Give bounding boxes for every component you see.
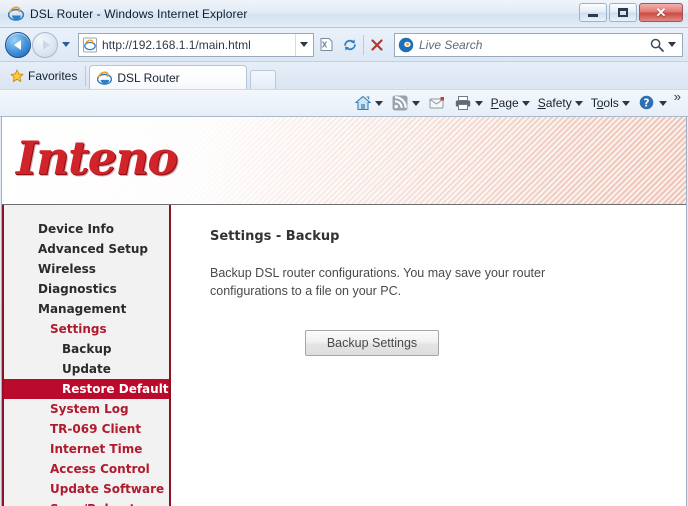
printer-icon	[454, 94, 472, 112]
sidebar-item-restore-default[interactable]: Restore Default	[4, 379, 169, 399]
search-input[interactable]: Live Search	[419, 38, 649, 52]
favorites-label: Favorites	[28, 69, 78, 83]
sidebar-item-tr-069-client[interactable]: TR-069 Client	[4, 419, 169, 439]
browser-window: DSL Router - Windows Internet Explorer ✕…	[0, 0, 688, 506]
svg-text:?: ?	[643, 97, 649, 109]
sidebar-item-wireless[interactable]: Wireless	[4, 259, 169, 279]
sidebar-item-diagnostics[interactable]: Diagnostics	[4, 279, 169, 299]
ie-icon	[7, 5, 25, 22]
minimize-button[interactable]	[579, 3, 607, 22]
backup-settings-button[interactable]: Backup Settings	[305, 330, 439, 356]
page-menu-label: Page	[490, 96, 519, 110]
page-menu[interactable]: Page	[487, 92, 534, 114]
search-provider-dropdown[interactable]	[665, 42, 679, 47]
sidebar-item-access-control[interactable]: Access Control	[4, 459, 169, 479]
chevron-down-icon	[299, 42, 308, 47]
sidebar-item-management[interactable]: Management	[4, 299, 169, 319]
chevron-down-icon	[668, 42, 676, 47]
sidebar-item-save-reboot[interactable]: Save/Reboot	[4, 499, 169, 506]
safety-menu-label: Safety	[537, 96, 572, 110]
sidebar-item-system-log[interactable]: System Log	[4, 399, 169, 419]
command-bar: Page Safety Tools ? »	[0, 89, 688, 117]
maximize-button[interactable]	[609, 3, 637, 22]
help-button[interactable]: ?	[634, 92, 671, 114]
tabbar-separator	[85, 66, 87, 86]
site-banner: Inteno	[2, 117, 686, 205]
arrow-left-icon	[13, 39, 21, 50]
sidebar-item-update[interactable]: Update	[4, 359, 169, 379]
recent-pages-button[interactable]	[58, 32, 74, 58]
tools-menu[interactable]: Tools	[587, 92, 634, 114]
home-button[interactable]	[350, 92, 387, 114]
chevron-down-icon	[62, 42, 70, 47]
chevron-down-icon[interactable]	[474, 100, 483, 106]
close-icon: ✕	[655, 5, 667, 20]
brand-logo: Inteno	[16, 131, 178, 185]
minimize-icon	[588, 13, 598, 17]
print-button[interactable]	[450, 92, 487, 114]
address-url: http://192.168.1.1/main.html	[102, 37, 251, 52]
chevron-down-icon	[521, 100, 530, 106]
chevron-down-icon[interactable]	[411, 100, 420, 106]
sidebar-item-update-software[interactable]: Update Software	[4, 479, 169, 499]
star-icon	[10, 69, 24, 83]
tab-label: DSL Router	[117, 71, 180, 85]
bing-icon	[398, 37, 414, 53]
sidebar-item-backup[interactable]: Backup	[4, 339, 169, 359]
page-favicon-icon	[82, 37, 98, 53]
maximize-icon	[618, 8, 628, 17]
page-title: Settings - Backup	[210, 229, 340, 244]
search-icon[interactable]	[649, 37, 665, 53]
favorites-button[interactable]: Favorites	[6, 65, 85, 87]
new-tab-button[interactable]	[250, 70, 277, 89]
content-panel: Settings - Backup Backup DSL router conf…	[171, 205, 686, 506]
chevron-down-icon[interactable]	[374, 100, 383, 106]
browser-tab[interactable]: DSL Router	[89, 65, 248, 90]
arrow-right-icon	[42, 39, 50, 50]
compatibility-icon	[320, 38, 332, 51]
refresh-icon	[344, 38, 356, 51]
chevron-down-icon	[574, 100, 583, 106]
sidebar-item-settings[interactable]: Settings	[4, 319, 169, 339]
window-controls: ✕	[579, 3, 683, 22]
back-button[interactable]	[5, 31, 31, 58]
rss-icon	[391, 94, 409, 112]
close-x-icon	[371, 38, 383, 51]
chevron-down-icon	[658, 100, 667, 106]
window-title: DSL Router - Windows Internet Explorer	[30, 6, 248, 21]
title-bar: DSL Router - Windows Internet Explorer ✕	[0, 0, 688, 28]
sidebar-item-advanced-setup[interactable]: Advanced Setup	[4, 239, 169, 259]
ie-icon	[97, 70, 113, 86]
sidebar-item-internet-time[interactable]: Internet Time	[4, 439, 169, 459]
safety-menu[interactable]: Safety	[534, 92, 587, 114]
forward-button[interactable]	[32, 31, 58, 58]
home-icon	[354, 94, 372, 112]
mail-icon	[428, 94, 446, 112]
sidebar-menu: Device Info Advanced Setup Wireless Diag…	[2, 205, 171, 506]
tab-bar: Favorites DSL Router	[0, 62, 688, 90]
help-icon: ?	[638, 94, 656, 112]
tools-menu-label: Tools	[590, 96, 619, 110]
compatibility-view-button[interactable]	[314, 33, 338, 57]
navigation-bar: http://192.168.1.1/main.html Live Search	[0, 28, 688, 62]
button-row: Backup Settings	[210, 330, 686, 356]
read-mail-button[interactable]	[424, 92, 450, 114]
address-bar[interactable]: http://192.168.1.1/main.html	[78, 32, 314, 57]
page-viewport: Inteno Device Info Advanced Setup Wirele…	[1, 117, 687, 506]
page-body: Device Info Advanced Setup Wireless Diag…	[2, 205, 686, 506]
page-description: Backup DSL router configurations. You ma…	[210, 266, 546, 298]
command-overflow-button[interactable]: »	[671, 90, 684, 109]
nav-separator	[363, 34, 364, 55]
sidebar-item-device-info[interactable]: Device Info	[4, 219, 169, 239]
feeds-button[interactable]	[387, 92, 424, 114]
chevron-down-icon	[621, 100, 630, 106]
stop-button[interactable]	[365, 33, 389, 57]
close-button[interactable]: ✕	[639, 3, 683, 22]
refresh-button[interactable]	[338, 33, 362, 57]
search-box[interactable]: Live Search	[394, 32, 683, 57]
address-dropdown-button[interactable]	[295, 33, 311, 56]
